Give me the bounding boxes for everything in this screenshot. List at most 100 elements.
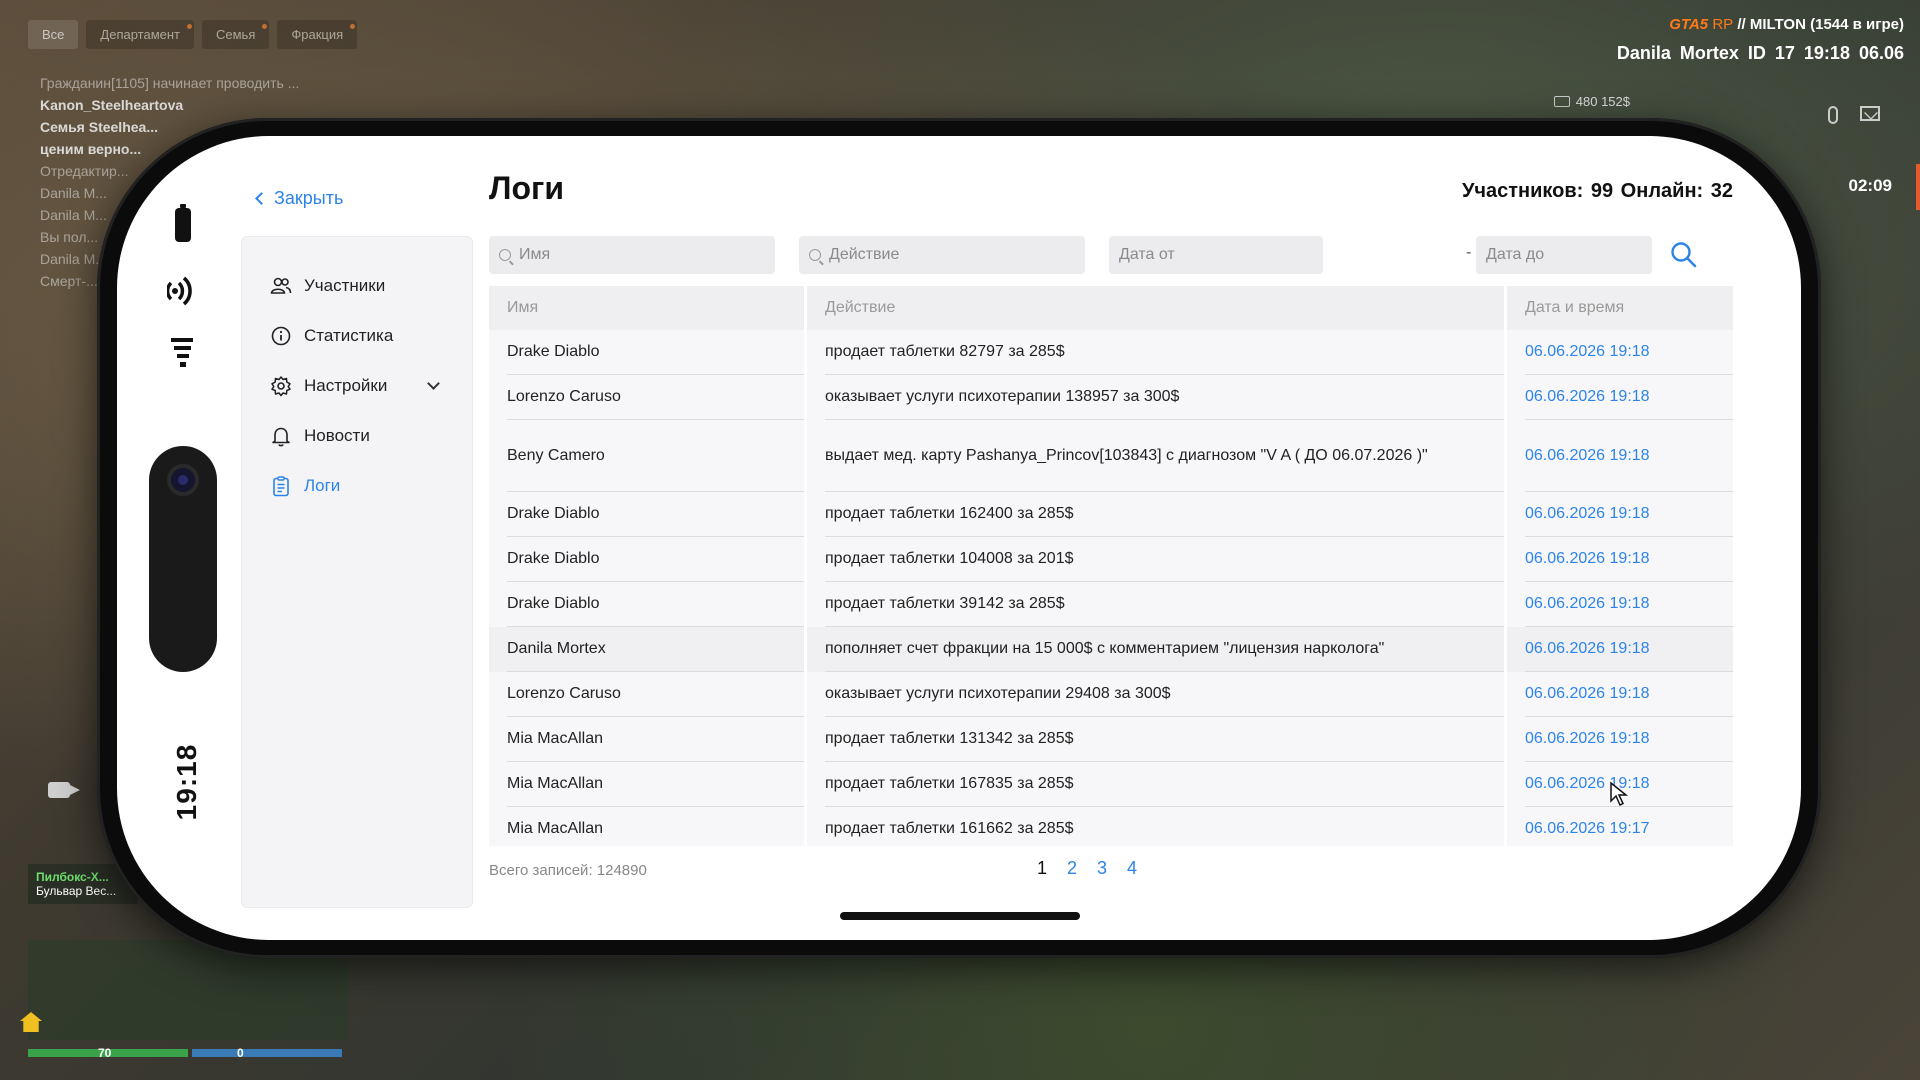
chat-tab[interactable]: Фракция (277, 20, 358, 49)
sidebar: Участники Статистика Настройки Новости Логи (241, 236, 473, 908)
health-value: 70 (98, 1046, 112, 1060)
log-name-cell: Drake Diablo (489, 492, 807, 537)
status-time: 19:18 (171, 743, 202, 821)
table-row[interactable]: Lorenzo Caruso оказывает услуги психотера… (489, 375, 1733, 420)
sidebar-item-label: Логи (304, 476, 341, 495)
log-name-cell-text: Drake Diablo (507, 582, 804, 627)
search-button[interactable] (1669, 240, 1699, 270)
members-stats: Участников: 99 Онлайн: 32 (1461, 180, 1733, 202)
log-date-cell-text: 06.06.2026 19:18 (1525, 330, 1733, 375)
log-date-cell-text: 06.06.2026 19:18 (1525, 582, 1733, 627)
chat-line: Kanon_Steelheartova (40, 97, 184, 113)
table-row[interactable]: Drake Diablo продает таблетки 104008 за 2… (489, 537, 1733, 582)
log-name-cell: Drake Diablo (489, 582, 807, 627)
log-action-cell-text: выдает мед. карту Pashanya_Princov[10384… (825, 420, 1504, 492)
player-line: Danila Mortex ID 17 19:18 06.06 (1616, 43, 1904, 63)
armor-bar: 0 (192, 1046, 342, 1060)
table-row[interactable]: Drake Diablo продает таблетки 82797 за 28… (489, 330, 1733, 375)
battery-icon (175, 204, 191, 242)
log-name-cell-text: Mia MacAllan (507, 762, 804, 807)
log-action-cell-text: продает таблетки 167835 за 285$ (825, 762, 1504, 807)
location-street: Бульвар Вес... (36, 884, 117, 898)
chat-tabs: Все Департамент Семья Фракция (28, 20, 358, 49)
table-row[interactable]: Mia MacAllan продает таблетки 161662 за 2… (489, 807, 1733, 846)
notification-dot (262, 24, 268, 29)
log-action-cell: оказывает услуги психотерапии 138957 за … (807, 375, 1507, 420)
armor-value: 0 (237, 1046, 244, 1060)
health-bar: 70 (28, 1046, 188, 1060)
search-icon (499, 249, 511, 261)
sidebar-item-label: Настройки (304, 376, 388, 395)
table-row[interactable]: Beny Camero выдает мед. карту Pashanya_Pr… (489, 420, 1733, 492)
server-name: // MILTON (1544 в игре) (1737, 16, 1904, 33)
server-brand: GTA5 (1669, 16, 1709, 33)
log-date-cell-text: 06.06.2026 19:17 (1525, 807, 1733, 846)
notification-dot (187, 24, 192, 29)
date-from-filter[interactable] (1109, 236, 1323, 274)
date-to-filter[interactable] (1476, 236, 1652, 274)
chat-tab[interactable]: Департамент (86, 20, 194, 49)
money-display: 480 152$ (1553, 94, 1630, 109)
table-row[interactable]: Drake Diablo продает таблетки 39142 за 28… (489, 582, 1733, 627)
log-date-cell-text: 06.06.2026 19:18 (1525, 375, 1733, 420)
location-zone: Пилбокс-Х... (36, 870, 109, 884)
sidebar-item[interactable]: Участники (242, 261, 472, 311)
date-from-input[interactable] (1119, 246, 1323, 264)
pagination: 1234 (1037, 858, 1137, 879)
close-button[interactable]: Закрыть (255, 188, 344, 209)
action-filter[interactable] (799, 236, 1085, 274)
log-action-cell: продает таблетки 39142 за 285$ (807, 582, 1507, 627)
hud-icons (1828, 106, 1880, 124)
sidebar-item[interactable]: Новости (242, 411, 472, 461)
log-action-cell-text: продает таблетки 131342 за 285$ (825, 717, 1504, 762)
sidebar-item[interactable]: Настройки (242, 361, 472, 411)
log-action-cell: продает таблетки 162400 за 285$ (807, 492, 1507, 537)
log-action-cell: продает таблетки 167835 за 285$ (807, 762, 1507, 807)
log-name-cell: Mia MacAllan (489, 762, 807, 807)
name-filter[interactable] (489, 236, 775, 274)
page-button[interactable]: 3 (1097, 858, 1107, 879)
log-name-cell-text: Mia MacAllan (507, 807, 804, 846)
column-datetime: Дата и время (1507, 286, 1733, 330)
phone-screen: 19:18 Закрыть Участники Статистика Настрой… (117, 136, 1801, 940)
log-action-cell-text: продает таблетки 104008 за 201$ (825, 537, 1504, 582)
page-button[interactable]: 2 (1067, 858, 1077, 879)
notification-dot (350, 24, 356, 29)
log-name-cell: Lorenzo Caruso (489, 672, 807, 717)
page-button[interactable]: 4 (1127, 858, 1137, 879)
log-action-cell: продает таблетки 82797 за 285$ (807, 330, 1507, 375)
table-row[interactable]: Danila Mortex пополняет счет фракции на 1… (489, 627, 1733, 672)
chat-line: Гражданин[1105] начинает проводить ... (40, 75, 300, 91)
log-name-cell: Mia MacAllan (489, 717, 807, 762)
log-name-cell: Drake Diablo (489, 330, 807, 375)
sidebar-item[interactable]: Логи (242, 461, 472, 511)
chat-tab[interactable]: Все (28, 20, 79, 49)
chat-tab[interactable]: Семья (202, 20, 270, 49)
action-filter-input[interactable] (829, 246, 1085, 264)
log-date-cell: 06.06.2026 19:18 (1507, 582, 1733, 627)
name-filter-input[interactable] (519, 246, 775, 264)
close-label: Закрыть (274, 188, 344, 208)
log-action-cell: пополняет счет фракции на 15 000$ с комм… (807, 627, 1507, 672)
date-to-input[interactable] (1486, 246, 1652, 264)
chevron-down-icon[interactable] (427, 377, 440, 390)
camera-lens-icon (167, 464, 199, 496)
table-row[interactable]: Drake Diablo продает таблетки 162400 за 2… (489, 492, 1733, 537)
card-icon (1553, 96, 1570, 107)
table-header: Имя Действие Дата и время (489, 286, 1733, 330)
column-action: Действие (807, 286, 1507, 330)
log-action-cell-text: продает таблетки 82797 за 285$ (825, 330, 1504, 375)
home-indicator[interactable] (840, 912, 1080, 920)
page-button[interactable]: 1 (1037, 858, 1047, 879)
table-row[interactable]: Lorenzo Caruso оказывает услуги психотера… (489, 672, 1733, 717)
table-row[interactable]: Mia MacAllan продает таблетки 167835 за 2… (489, 762, 1733, 807)
log-name-cell-text: Lorenzo Caruso (507, 672, 804, 717)
logs-table: Имя Действие Дата и время Drake Diablo пр… (489, 286, 1733, 846)
info-icon (270, 325, 292, 347)
sidebar-item[interactable]: Статистика (242, 311, 472, 361)
table-row[interactable]: Mia MacAllan продает таблетки 131342 за 2… (489, 717, 1733, 762)
status-bars: 70 0 (28, 1046, 348, 1060)
money-amount: 480 152$ (1575, 94, 1630, 109)
log-action-cell-text: продает таблетки 161662 за 285$ (825, 807, 1504, 846)
log-action-cell-text: пополняет счет фракции на 15 000$ с комм… (825, 627, 1504, 672)
